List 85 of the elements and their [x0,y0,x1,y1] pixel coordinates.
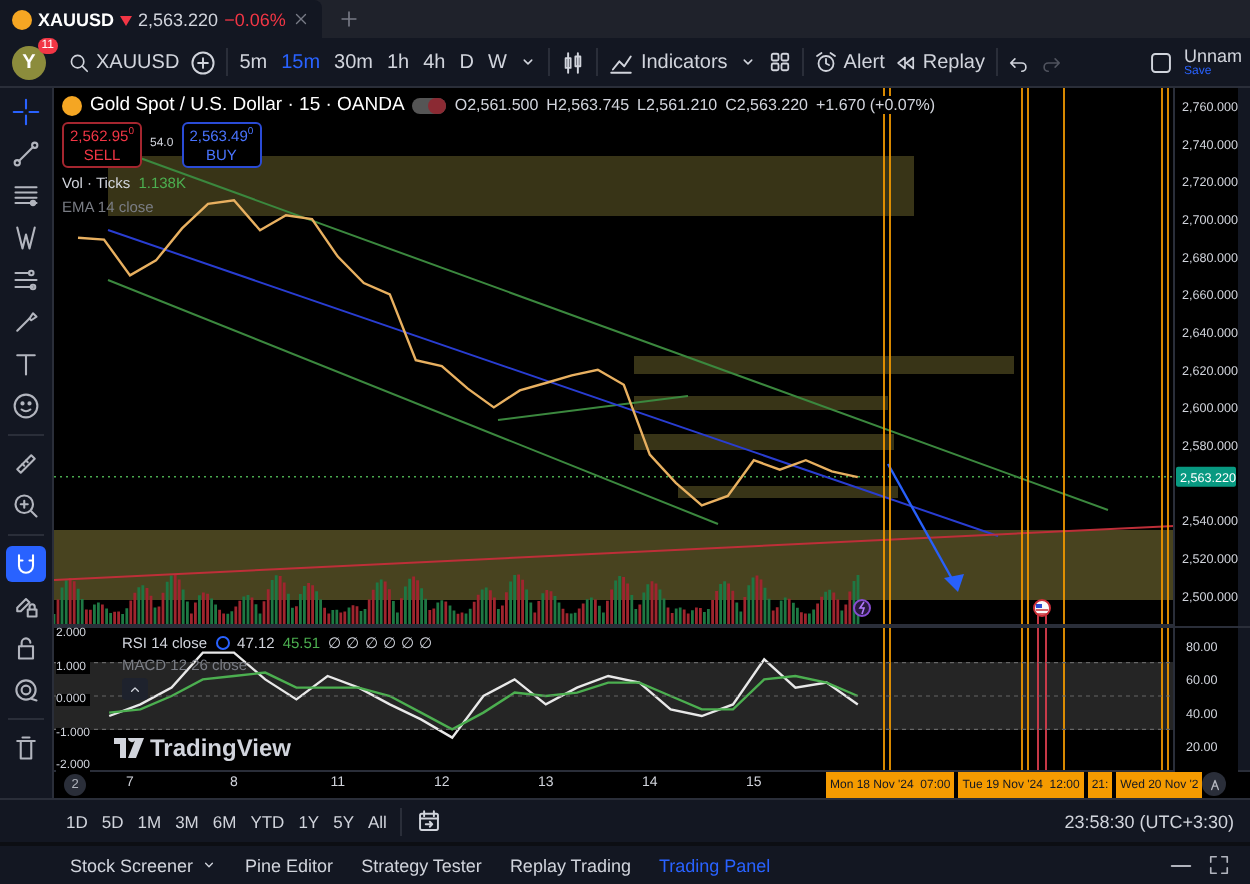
lightning-icon [853,599,871,617]
layout-name[interactable]: Unnam [1183,47,1242,65]
calendar-icon [416,808,443,834]
ohlc-value: C2,563.220 [725,96,808,114]
interval-button[interactable]: 15m [279,51,323,73]
price-change: +1.670 (+0.07%) [815,96,936,114]
add-symbol-button[interactable] [189,49,216,75]
grid-icon [767,50,792,74]
maximize-button[interactable] [1208,854,1230,876]
trend-line-icon [12,140,40,168]
text-icon [12,350,40,378]
panel-tab[interactable]: Strategy Tester [361,855,482,875]
replay-button[interactable]: Replay [894,51,985,73]
tab-price: 2,563.220 [138,9,219,29]
pencil-lock-icon [12,592,40,620]
range-button[interactable]: 1Y [298,811,320,831]
magnet-icon [12,550,40,578]
flag-icon [1033,599,1051,617]
templates-button[interactable] [767,50,792,74]
down-triangle-icon [120,13,133,25]
panel-tab[interactable]: Pine Editor [245,855,334,875]
horizontal-lines-icon [12,182,40,210]
brush-icon [12,308,40,336]
collapse-button[interactable] [122,678,148,700]
close-button[interactable] [291,10,310,28]
auto-scale-button[interactable] [1202,772,1226,796]
symbol-search-button[interactable]: XAUUSD [68,51,180,73]
ohlc-value: L2,561.210 [637,96,718,114]
range-button[interactable]: 3M [175,811,199,831]
trash-icon [12,734,40,762]
minimize-icon [1170,863,1192,867]
toggle-switch[interactable] [412,97,447,113]
ruler-icon [12,450,40,478]
alarm-clock-icon [813,50,838,74]
range-button[interactable]: 5Y [333,811,354,831]
range-button[interactable]: 1M [137,811,162,831]
range-button[interactable]: 1D [66,811,88,831]
letter-a-icon [1205,775,1223,793]
date-range-button[interactable] [416,808,443,834]
ring-icon [215,636,230,650]
tab-change: −0.06% [224,9,286,29]
smiley-icon [12,392,40,420]
coin-icon [62,95,82,115]
ohlc-value: H2,563.745 [546,96,630,114]
plus-icon [337,8,360,30]
square-icon [1147,49,1174,75]
interval-button[interactable]: 30m [332,51,375,73]
ohlc-value: O2,561.500 [454,96,539,114]
coin-icon [12,9,32,29]
panel-tab[interactable]: Stock Screener [70,855,218,875]
chart-type-button[interactable] [560,49,587,75]
maximize-icon [1208,854,1230,876]
clock: 23:58:30 (UTC+3:30) [1064,811,1234,831]
zoom-in-icon [12,492,40,520]
panel-tab[interactable]: Replay Trading [509,855,631,875]
close-icon [291,10,310,28]
interval-button[interactable]: D [457,51,476,73]
rewind-icon [894,51,917,73]
interval-button[interactable]: 1h [385,51,412,73]
candles-icon [560,49,587,75]
panel-tab[interactable]: Trading Panel [658,855,771,875]
symbol-tab[interactable]: XAUUSD 2,563.220 −0.06% [0,0,322,38]
ruler-lines-icon [12,266,40,294]
interval-button[interactable]: 5m [237,51,270,73]
indicators-button[interactable]: Indicators [608,49,728,75]
search-icon [68,51,90,73]
plus-circle-icon [189,49,216,75]
range-button[interactable]: 6M [212,811,237,831]
logo-text: TradingView [150,734,291,762]
interval-button[interactable]: 4h [421,51,448,73]
range-button[interactable]: 5D [101,811,124,831]
magnet-tool[interactable] [6,546,46,582]
crosshair-icon [12,98,40,126]
layout-toggle-button[interactable] [1147,49,1174,75]
logo-icon [114,738,146,758]
chart-title: Gold Spot / U.S. Dollar · 15 · OANDA [90,94,405,116]
alert-button[interactable]: Alert [813,50,885,74]
interval-button[interactable]: W [485,51,509,73]
arrow-drawing [886,463,964,592]
tab-symbol: XAUUSD [38,9,115,29]
avatar[interactable]: Y [12,45,46,79]
range-button[interactable]: All [368,811,387,831]
zigzag-icon [12,224,40,252]
range-button[interactable]: YTD [250,811,285,831]
lock-icon [12,634,40,662]
